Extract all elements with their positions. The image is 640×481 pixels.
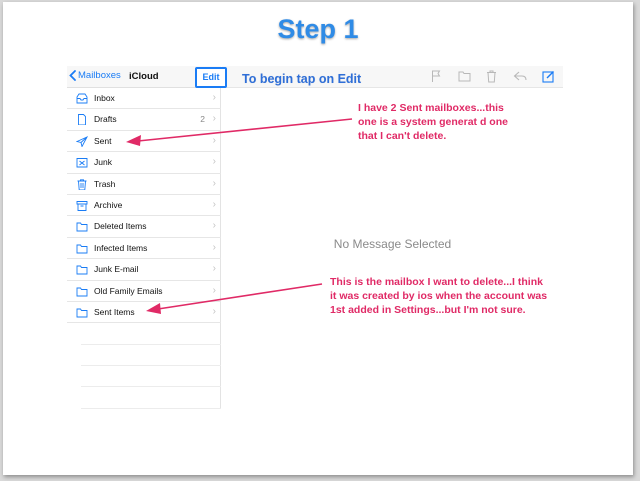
mailbox-label: Trash bbox=[94, 178, 116, 189]
reply-icon[interactable] bbox=[513, 70, 527, 82]
sent-items-annotation-line: This is the mailbox I want to delete...I… bbox=[330, 276, 543, 288]
chevron-right-icon: › bbox=[212, 284, 216, 296]
back-button-label: Mailboxes bbox=[78, 70, 121, 81]
mailbox-row-deleted-items[interactable]: Deleted Items › bbox=[67, 216, 221, 238]
mailbox-label: Junk E-mail bbox=[94, 264, 139, 275]
folder-icon bbox=[76, 308, 88, 318]
mailbox-label: Old Family Emails bbox=[94, 285, 163, 296]
mailbox-label: Inbox bbox=[94, 93, 115, 103]
inbox-icon bbox=[76, 93, 88, 104]
mailbox-row-inbox[interactable]: Inbox › bbox=[67, 88, 221, 110]
sent-items-annotation-line: it was created by ios when the account w… bbox=[330, 290, 548, 302]
mailbox-row-drafts[interactable]: Drafts 2 › bbox=[67, 109, 221, 131]
chevron-right-icon: › bbox=[212, 241, 216, 253]
mailbox-sidebar: Mailboxes iCloud Inbox › Drafts 2 › Sent › Junk… bbox=[67, 66, 221, 409]
chevron-right-icon: › bbox=[212, 305, 216, 317]
empty-list-row bbox=[81, 323, 221, 345]
chevron-right-icon: › bbox=[212, 156, 216, 168]
mailbox-row-junk[interactable]: Junk › bbox=[67, 152, 221, 174]
mailbox-label: Sent Items bbox=[94, 306, 135, 317]
mailbox-row-trash[interactable]: Trash › bbox=[67, 174, 221, 195]
folder-icon bbox=[76, 244, 88, 254]
sent-annotation: I have 2 Sent mailboxes...this one is a … bbox=[358, 101, 508, 143]
instruction-callout: To begin tap on Edit bbox=[242, 72, 362, 86]
sent-items-annotation: This is the mailbox I want to delete...I… bbox=[330, 275, 547, 317]
mailbox-list: Inbox › Drafts 2 › Sent › Junk › Trash › Archive › De… bbox=[67, 88, 221, 409]
chevron-right-icon: › bbox=[212, 263, 216, 275]
drafts-icon bbox=[78, 114, 86, 126]
chevron-right-icon: › bbox=[212, 198, 216, 210]
trash-icon bbox=[77, 178, 87, 190]
mailbox-count: 2 bbox=[200, 114, 205, 125]
mailbox-label: Drafts bbox=[94, 114, 117, 125]
mailbox-row-junk-e-mail[interactable]: Junk E-mail › bbox=[67, 259, 221, 281]
mailbox-row-archive[interactable]: Archive › bbox=[67, 195, 221, 217]
chevron-right-icon: › bbox=[212, 134, 216, 146]
sent-annotation-line: one is a system generat d one bbox=[358, 116, 508, 128]
empty-list-row bbox=[81, 345, 221, 367]
empty-list-row bbox=[81, 387, 221, 409]
mailbox-label: Junk bbox=[94, 157, 112, 168]
folder-icon bbox=[76, 287, 88, 296]
mailbox-label: Deleted Items bbox=[94, 221, 147, 232]
mailbox-row-sent-items[interactable]: Sent Items › bbox=[67, 302, 221, 324]
compose-icon[interactable] bbox=[542, 70, 555, 83]
flag-icon[interactable] bbox=[431, 70, 441, 83]
chevron-right-icon: › bbox=[212, 92, 216, 103]
mailbox-label: Archive bbox=[94, 199, 123, 210]
back-button[interactable]: Mailboxes bbox=[69, 70, 121, 81]
mailbox-label: Infected Items bbox=[94, 242, 148, 253]
folder-icon bbox=[76, 265, 88, 275]
folder-move-icon[interactable] bbox=[458, 70, 471, 82]
edit-button[interactable]: Edit bbox=[195, 67, 227, 88]
chevron-right-icon: › bbox=[212, 177, 216, 189]
sent-items-annotation-line: 1st added in Settings...but I'm not sure… bbox=[330, 304, 526, 316]
nav-title: iCloud bbox=[129, 71, 159, 82]
sent-annotation-line: that I can't delete. bbox=[358, 130, 447, 142]
mailbox-row-sent[interactable]: Sent › bbox=[67, 131, 221, 153]
archive-icon bbox=[76, 201, 88, 211]
mailbox-row-infected-items[interactable]: Infected Items › bbox=[67, 238, 221, 260]
chevron-right-icon: › bbox=[212, 220, 216, 232]
chevron-left-icon bbox=[69, 70, 76, 81]
folder-icon bbox=[76, 222, 88, 232]
empty-list-row bbox=[81, 366, 221, 388]
sent-icon bbox=[76, 135, 88, 147]
no-message-selected: No Message Selected bbox=[333, 237, 452, 251]
junk-icon bbox=[76, 158, 88, 168]
mailbox-label: Sent bbox=[94, 135, 112, 146]
chevron-right-icon: › bbox=[212, 113, 216, 125]
step-title: Step 1 bbox=[277, 14, 359, 44]
sent-annotation-line: I have 2 Sent mailboxes...this bbox=[358, 102, 504, 114]
trash-toolbar-icon[interactable] bbox=[486, 70, 497, 83]
mailbox-row-old-family-emails[interactable]: Old Family Emails › bbox=[67, 281, 221, 302]
